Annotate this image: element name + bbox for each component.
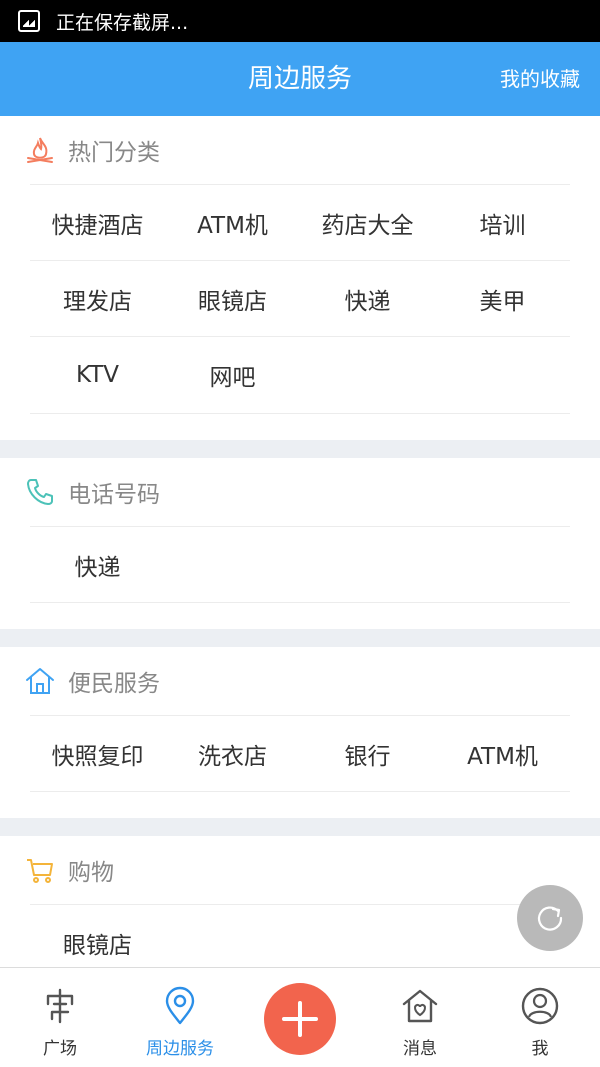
status-bar: 正在保存截屏... (0, 0, 600, 42)
refresh-button[interactable] (517, 885, 583, 951)
plaza-icon (46, 988, 74, 1024)
category-item[interactable]: 培训 (435, 185, 570, 260)
category-item[interactable]: 快递 (30, 527, 165, 602)
section-header: 购物 (27, 836, 570, 905)
section-phone-numbers: 电话号码 快递 (0, 458, 600, 629)
category-item[interactable]: 洗衣店 (165, 716, 300, 791)
tab-messages[interactable]: 消息 (360, 968, 480, 1067)
user-icon (521, 987, 559, 1025)
favorites-button[interactable]: 我的收藏 (500, 42, 580, 116)
category-item[interactable]: 快捷酒店 (30, 185, 165, 260)
fire-icon (27, 137, 53, 163)
grid-row: 快照复印 洗衣店 银行 ATM机 (30, 716, 570, 792)
section-header: 热门分类 (27, 116, 570, 185)
content: 热门分类 快捷酒店 ATM机 药店大全 培训 理发店 眼镜店 快递 美甲 KTV… (0, 116, 600, 981)
section-title: 电话号码 (68, 482, 160, 508)
category-item[interactable]: 美甲 (435, 261, 570, 336)
tab-me[interactable]: 我 (480, 968, 600, 1067)
home-icon (26, 668, 54, 694)
screenshot-icon (18, 10, 40, 32)
tab-label: 周边服务 (146, 1039, 214, 1059)
category-item[interactable]: 快递 (300, 261, 435, 336)
section-title: 便民服务 (68, 671, 160, 697)
category-item[interactable]: 眼镜店 (165, 261, 300, 336)
section-convenience-services: 便民服务 快照复印 洗衣店 银行 ATM机 (0, 647, 600, 818)
section-title: 购物 (68, 860, 114, 886)
category-item[interactable]: ATM机 (435, 716, 570, 791)
refresh-icon (537, 906, 563, 931)
tab-plaza[interactable]: 广场 (0, 968, 120, 1067)
header: 周边服务 我的收藏 (0, 42, 600, 116)
category-item[interactable]: KTV (30, 337, 165, 413)
section-divider (0, 440, 600, 458)
category-item[interactable]: ATM机 (165, 185, 300, 260)
tab-label: 我 (531, 1039, 549, 1059)
category-item[interactable]: 药店大全 (300, 185, 435, 260)
grid-row: KTV 网吧 (30, 337, 570, 414)
category-item[interactable]: 理发店 (30, 261, 165, 336)
tab-label: 广场 (43, 1039, 77, 1059)
message-house-icon (402, 989, 438, 1023)
category-item[interactable]: 快照复印 (30, 716, 165, 791)
category-item[interactable]: 银行 (300, 716, 435, 791)
section-divider (0, 629, 600, 647)
grid-row: 理发店 眼镜店 快递 美甲 (30, 261, 570, 337)
section-hot-categories: 热门分类 快捷酒店 ATM机 药店大全 培训 理发店 眼镜店 快递 美甲 KTV… (0, 116, 600, 440)
section-header: 电话号码 (27, 458, 570, 527)
phone-icon (27, 479, 53, 505)
category-item[interactable]: 网吧 (165, 337, 300, 413)
grid-row: 快递 (30, 527, 570, 603)
location-pin-icon (165, 986, 195, 1025)
tab-nearby-services[interactable]: 周边服务 (120, 968, 240, 1067)
section-divider (0, 818, 600, 836)
cart-icon (27, 859, 53, 883)
add-button[interactable] (264, 983, 336, 1055)
section-shopping: 购物 眼镜店 (0, 836, 600, 981)
plus-icon (282, 1001, 318, 1037)
tab-label: 消息 (403, 1039, 437, 1059)
grid-row: 快捷酒店 ATM机 药店大全 培训 (30, 185, 570, 261)
status-text: 正在保存截屏... (56, 11, 189, 34)
section-header: 便民服务 (26, 647, 570, 716)
section-title: 热门分类 (68, 140, 160, 166)
